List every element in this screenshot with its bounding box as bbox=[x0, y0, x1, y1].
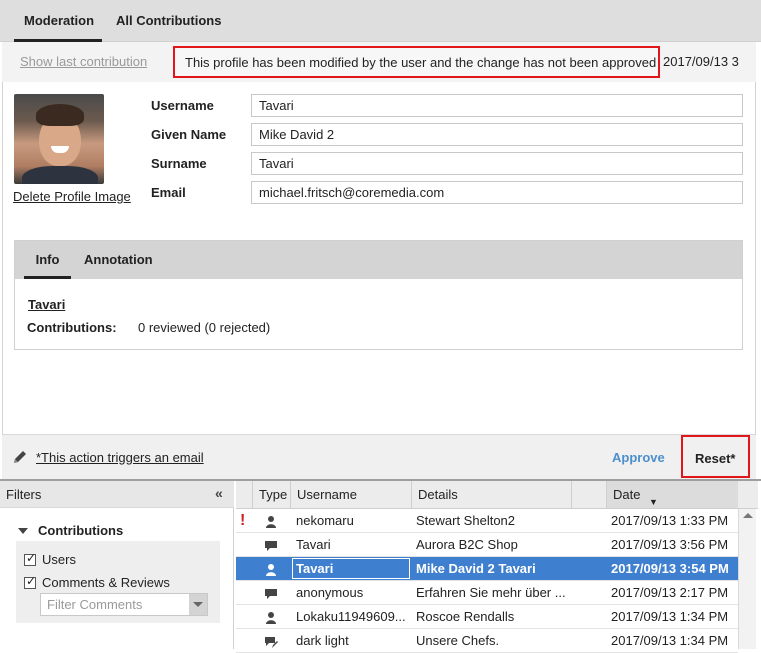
tab-all-contributions-label: All Contributions bbox=[116, 13, 222, 28]
row-date: 2017/09/13 1:33 PM bbox=[611, 513, 729, 528]
email-label: Email bbox=[151, 185, 186, 200]
user-icon bbox=[264, 609, 280, 625]
col-blank[interactable] bbox=[571, 481, 606, 508]
comment-icon bbox=[264, 537, 280, 553]
pencil-icon bbox=[12, 449, 28, 465]
row-username: Tavari bbox=[296, 561, 334, 576]
surname-field[interactable]: Tavari bbox=[251, 152, 743, 175]
row-date: 2017/09/13 2:17 PM bbox=[611, 585, 729, 600]
row-username: Tavari bbox=[296, 537, 331, 552]
comments-checkbox-label: Comments & Reviews bbox=[42, 575, 170, 590]
row-date: 2017/09/13 3:56 PM bbox=[611, 537, 729, 552]
col-username[interactable]: Username bbox=[290, 481, 411, 508]
col-details-label: Details bbox=[418, 487, 458, 502]
email-trigger-note[interactable]: *This action triggers an email bbox=[36, 450, 204, 465]
users-checkbox[interactable] bbox=[24, 551, 36, 566]
row-username: nekomaru bbox=[296, 513, 354, 528]
notice-bar: Show last contribution This profile has … bbox=[2, 42, 756, 82]
collapse-icon[interactable]: « bbox=[215, 485, 223, 501]
row-flag bbox=[240, 581, 250, 604]
col-date[interactable]: Date ▼ bbox=[606, 481, 738, 508]
tab-all-contributions[interactable]: All Contributions bbox=[116, 0, 221, 42]
filters-title: Filters bbox=[6, 487, 42, 502]
filter-comments-placeholder: Filter Comments bbox=[47, 597, 143, 612]
action-bar: *This action triggers an email Approve R… bbox=[2, 434, 756, 479]
row-details: Stewart Shelton2 bbox=[416, 513, 516, 528]
show-last-contribution-link[interactable]: Show last contribution bbox=[20, 54, 147, 69]
contributions-label: Contributions: bbox=[27, 320, 117, 335]
row-flag bbox=[240, 557, 250, 580]
notice-date: 2017/09/13 3 bbox=[663, 54, 739, 69]
contributions-group-title: Contributions bbox=[38, 523, 124, 538]
comment-edit-icon bbox=[264, 633, 280, 649]
table-row[interactable]: dark light Unsere Chefs. 2017/09/13 1:34 P… bbox=[236, 629, 738, 653]
info-tabbar: Info Annotation bbox=[15, 241, 742, 279]
avatar bbox=[14, 94, 104, 184]
modified-notice: This profile has been modified by the us… bbox=[173, 46, 660, 78]
info-panel: Info Annotation Tavari Contributions: 0 … bbox=[14, 240, 743, 350]
table-row[interactable]: ! nekomaru Stewart Shelton2 2017/09/13 1:33… bbox=[236, 509, 738, 533]
row-details: Aurora B2C Shop bbox=[416, 537, 518, 552]
filter-comments-select[interactable]: Filter Comments bbox=[40, 593, 208, 616]
chevron-down-icon bbox=[193, 602, 203, 607]
user-icon bbox=[264, 513, 280, 529]
tab-annotation[interactable]: Annotation bbox=[84, 241, 153, 279]
col-details[interactable]: Details bbox=[411, 481, 571, 508]
col-type-label: Type bbox=[259, 487, 288, 502]
row-details: Mike David 2 Tavari bbox=[416, 561, 536, 576]
tab-moderation[interactable]: Moderation bbox=[14, 0, 102, 42]
tab-info-label: Info bbox=[35, 252, 60, 267]
table-row[interactable]: anonymous Erfahren Sie mehr über ... 2017/… bbox=[236, 581, 738, 605]
col-username-label: Username bbox=[297, 487, 357, 502]
tab-moderation-label: Moderation bbox=[24, 13, 95, 28]
approve-button[interactable]: Approve bbox=[612, 450, 665, 465]
filters-header: Filters « bbox=[0, 481, 234, 508]
given-name-label: Given Name bbox=[151, 127, 227, 142]
info-user-link[interactable]: Tavari bbox=[28, 297, 65, 312]
filter-options: Users Comments & Reviews Filter Comments bbox=[16, 541, 220, 623]
table-row[interactable]: Lokaku11949609... Roscoe Rendalls 2017/09/… bbox=[236, 605, 738, 629]
user-icon bbox=[264, 561, 280, 577]
reset-button-label: Reset* bbox=[695, 451, 736, 466]
scroll-up-icon[interactable] bbox=[743, 513, 753, 518]
delete-profile-image-link[interactable]: Delete Profile Image bbox=[13, 189, 131, 204]
col-date-label: Date bbox=[613, 487, 641, 502]
contributions-value: 0 reviewed (0 rejected) bbox=[138, 320, 271, 335]
surname-label: Surname bbox=[151, 156, 207, 171]
username-field[interactable]: Tavari bbox=[251, 94, 743, 117]
reset-button[interactable]: Reset* bbox=[681, 435, 750, 478]
table-row[interactable]: Tavari Mike David 2 Tavari 2017/09/13 3:54… bbox=[236, 557, 738, 581]
grid-header: Type Username Details Date ▼ bbox=[236, 481, 758, 509]
row-flag bbox=[240, 605, 250, 628]
email-field[interactable]: michael.fritsch@coremedia.com bbox=[251, 181, 743, 204]
row-details: Erfahren Sie mehr über ... bbox=[416, 585, 566, 600]
comment-icon bbox=[264, 585, 280, 601]
row-flag bbox=[240, 533, 250, 556]
tab-annotation-label: Annotation bbox=[84, 252, 153, 267]
given-name-field[interactable]: Mike David 2 bbox=[251, 123, 743, 146]
modified-notice-text: This profile has been modified by the us… bbox=[185, 55, 657, 70]
row-username: Lokaku11949609... bbox=[296, 609, 406, 624]
username-label: Username bbox=[151, 98, 214, 113]
main-tabbar: Moderation All Contributions bbox=[0, 0, 761, 42]
row-date: 2017/09/13 3:54 PM bbox=[611, 561, 729, 576]
table-row[interactable]: Tavari Aurora B2C Shop 2017/09/13 3:56 PM bbox=[236, 533, 738, 557]
expand-arrow-icon[interactable] bbox=[18, 528, 28, 534]
dropdown-button[interactable] bbox=[189, 594, 207, 615]
col-type[interactable]: Type bbox=[252, 481, 290, 508]
row-username: anonymous bbox=[296, 585, 364, 600]
users-checkbox-label: Users bbox=[42, 552, 76, 567]
tab-info[interactable]: Info bbox=[24, 241, 71, 279]
row-flag: ! bbox=[240, 512, 246, 529]
filters-panel: Filters « Contributions Users Comments &… bbox=[0, 481, 234, 649]
contributions-grid: Type Username Details Date ▼ ! nekomaru St… bbox=[236, 481, 758, 653]
row-date: 2017/09/13 1:34 PM bbox=[611, 609, 729, 624]
row-details: Roscoe Rendalls bbox=[416, 609, 515, 624]
comments-checkbox[interactable] bbox=[24, 574, 36, 589]
grid-scrollbar[interactable] bbox=[738, 509, 756, 649]
